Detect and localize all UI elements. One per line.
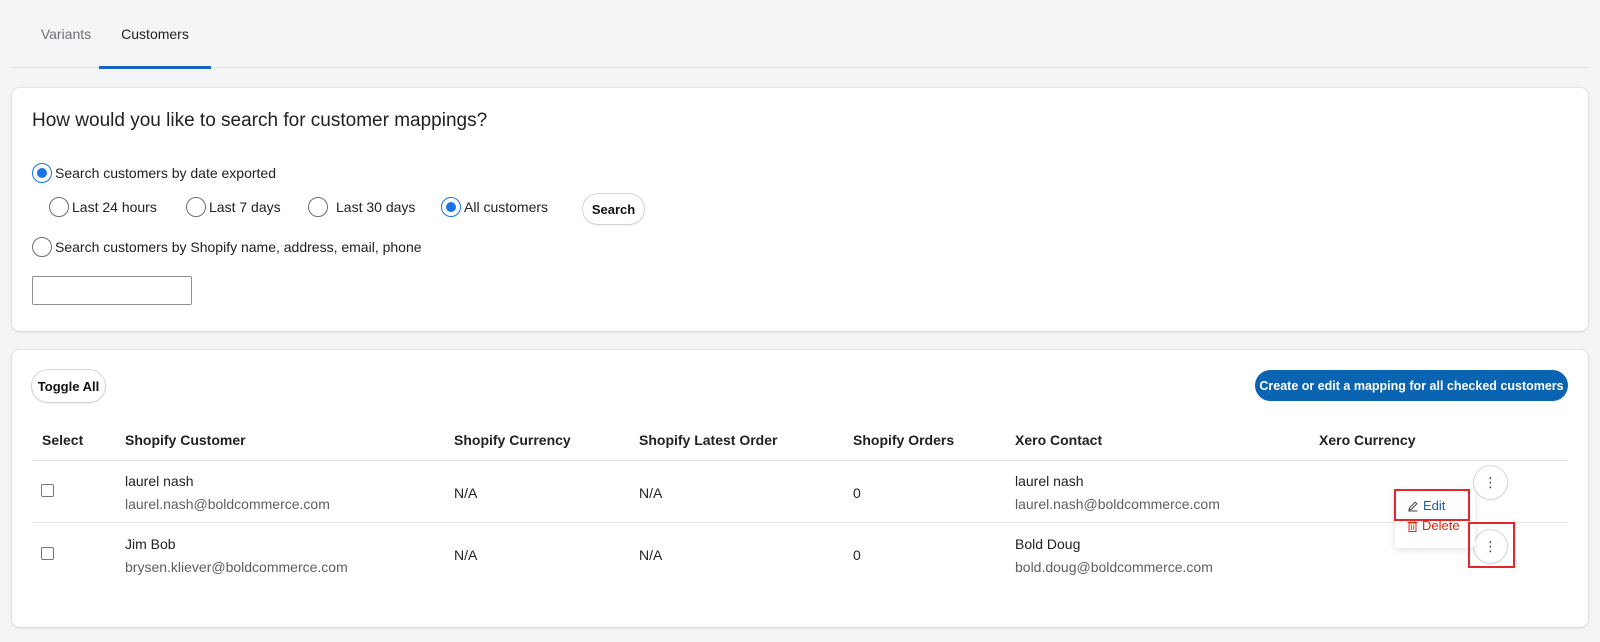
- radio-search-by-shopify[interactable]: Search customers by Shopify name, addres…: [32, 237, 422, 257]
- shopify-latest-order: N/A: [639, 547, 663, 563]
- column-header-shopify-currency: Shopify Currency: [454, 432, 571, 448]
- tab-bar: Variants Customers: [12, 0, 1588, 69]
- shopify-orders: 0: [853, 485, 861, 501]
- kebab-icon: ⋮: [1483, 538, 1498, 554]
- radio-label: Last 30 days: [336, 199, 416, 215]
- radio-last-7-days[interactable]: Last 7 days: [186, 197, 281, 217]
- radio-last-24-hours[interactable]: Last 24 hours: [49, 197, 157, 217]
- shopify-orders: 0: [853, 547, 861, 563]
- column-header-shopify-latest-order: Shopify Latest Order: [639, 432, 778, 448]
- row-actions-menu: Edit Delete: [1395, 490, 1475, 548]
- radio-indicator[interactable]: [308, 197, 328, 217]
- column-header-shopify-customer: Shopify Customer: [125, 432, 246, 448]
- radio-indicator[interactable]: [441, 197, 461, 217]
- menu-item-label: Delete: [1422, 518, 1460, 533]
- radio-label: Search customers by Shopify name, addres…: [55, 239, 422, 255]
- xero-contact-email: bold.doug@boldcommerce.com: [1015, 559, 1213, 575]
- row-divider: [32, 460, 1568, 461]
- radio-last-30-days[interactable]: Last 30 days: [308, 197, 415, 217]
- shopify-customer-name: laurel nash: [125, 473, 194, 489]
- radio-all-customers[interactable]: All customers: [441, 197, 548, 217]
- row-select-checkbox[interactable]: [41, 484, 54, 497]
- search-card: How would you like to search for custome…: [12, 88, 1588, 331]
- shopify-customer-email: laurel.nash@boldcommerce.com: [125, 496, 330, 512]
- shopify-customer-email: brysen.kliever@boldcommerce.com: [125, 559, 348, 575]
- column-header-xero-currency: Xero Currency: [1319, 432, 1416, 448]
- row-actions-button[interactable]: ⋮: [1474, 530, 1507, 563]
- bulk-mapping-button[interactable]: Create or edit a mapping for all checked…: [1255, 370, 1568, 401]
- search-input[interactable]: [32, 276, 192, 305]
- radio-indicator[interactable]: [186, 197, 206, 217]
- radio-label: All customers: [464, 199, 549, 215]
- menu-item-delete[interactable]: Delete: [1407, 518, 1460, 533]
- xero-contact-email: laurel.nash@boldcommerce.com: [1015, 496, 1220, 512]
- tab-variants[interactable]: Variants: [24, 0, 108, 68]
- pencil-icon: [1408, 500, 1418, 511]
- radio-indicator[interactable]: [49, 197, 69, 217]
- row-actions-button[interactable]: ⋮: [1474, 466, 1507, 499]
- tab-customers[interactable]: Customers: [99, 0, 211, 69]
- radio-label: Last 24 hours: [72, 199, 157, 215]
- shopify-customer-name: Jim Bob: [125, 536, 176, 552]
- radio-label: Last 7 days: [209, 199, 281, 215]
- search-button[interactable]: Search: [583, 194, 644, 224]
- shopify-currency: N/A: [454, 547, 478, 563]
- radio-search-by-date[interactable]: Search customers by date exported: [32, 163, 276, 183]
- shopify-latest-order: N/A: [639, 485, 663, 501]
- shopify-currency: N/A: [454, 485, 478, 501]
- trash-icon: [1407, 519, 1418, 532]
- results-card: Toggle All Create or edit a mapping for …: [12, 350, 1588, 627]
- kebab-icon: ⋮: [1483, 474, 1498, 490]
- search-card-title: How would you like to search for custome…: [32, 110, 488, 131]
- menu-item-edit[interactable]: Edit: [1407, 498, 1445, 513]
- radio-label: Search customers by date exported: [55, 165, 277, 181]
- row-select-checkbox[interactable]: [41, 547, 54, 560]
- column-header-select: Select: [42, 432, 84, 448]
- column-header-xero-contact: Xero Contact: [1015, 432, 1103, 448]
- row-divider: [32, 522, 1568, 523]
- radio-indicator[interactable]: [32, 237, 52, 257]
- column-header-shopify-orders: Shopify Orders: [853, 432, 955, 448]
- radio-indicator[interactable]: [32, 163, 52, 183]
- toggle-all-button[interactable]: Toggle All: [32, 370, 105, 402]
- xero-contact-name: laurel nash: [1015, 473, 1084, 489]
- xero-contact-name: Bold Doug: [1015, 536, 1081, 552]
- menu-item-label: Edit: [1423, 498, 1446, 513]
